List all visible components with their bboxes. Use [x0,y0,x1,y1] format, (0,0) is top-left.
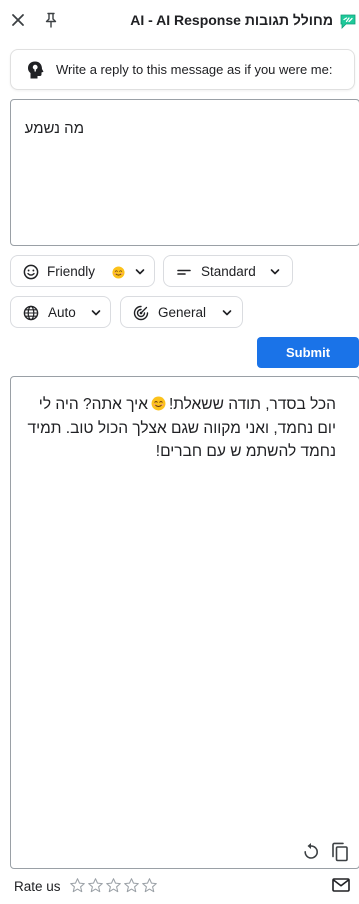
response-line-1-start: הכל בסדר, תודה ששאלת! [168,396,336,413]
submit-button[interactable]: Submit [257,337,359,368]
mail-icon[interactable] [332,878,350,892]
response-output[interactable]: הכל בסדר, תודה ששאלת! איך אתה? היה לי יו… [10,376,359,869]
copy-icon[interactable] [331,842,349,862]
language-label: Auto [48,305,76,320]
app-title: AI - AI Response מחולל תגובות [130,12,333,28]
context-label: General [158,305,207,320]
message-input[interactable]: מה נשמע [10,99,359,246]
chevron-down-icon [222,310,232,316]
tone-dropdown[interactable]: Friendly [10,255,155,287]
top-bar: AI - AI Response מחולל תגובות [0,0,359,40]
pin-icon[interactable] [44,12,58,28]
star-icon[interactable] [69,877,86,894]
response-line-1: הכל בסדר, תודה ששאלת! איך אתה? היה לי [39,396,336,414]
smiling-face-emoji [151,396,166,411]
response-line-2: יום נחמד, ואני מקווה שגם אצלך הכול טוב. … [27,420,336,437]
reply-logo-icon [340,14,356,29]
refresh-icon[interactable] [303,842,319,860]
length-dropdown[interactable]: Standard [163,255,293,287]
star-icon[interactable] [87,877,104,894]
length-label: Standard [201,264,256,279]
chevron-down-icon [91,310,101,316]
context-dropdown[interactable]: General [120,296,243,328]
target-icon [133,305,149,321]
response-line-3: נחמד להשתמ ש עם חברים! [155,443,336,460]
globe-icon [23,305,39,321]
prompt-text: Write a reply to this message as if you … [56,62,333,77]
close-icon[interactable] [10,12,26,28]
chevron-down-icon [135,269,145,275]
prompt-instruction-box: Write a reply to this message as if you … [10,49,355,90]
rate-us-label: Rate us [14,879,61,894]
short-text-icon [177,269,191,275]
message-input-text[interactable]: מה נשמע [25,120,84,137]
chevron-down-icon [270,269,280,275]
smiley-icon [23,264,39,280]
footer: Rate us [0,872,359,904]
star-icon[interactable] [123,877,140,894]
smiling-face-emoji [112,266,125,279]
language-dropdown[interactable]: Auto [10,296,111,328]
star-rating[interactable] [69,877,158,894]
star-icon[interactable] [105,877,122,894]
star-icon[interactable] [141,877,158,894]
lightbulb-head-icon [28,61,44,79]
tone-label: Friendly [47,264,96,279]
response-line-1-end: איך אתה? היה לי [38,396,148,413]
